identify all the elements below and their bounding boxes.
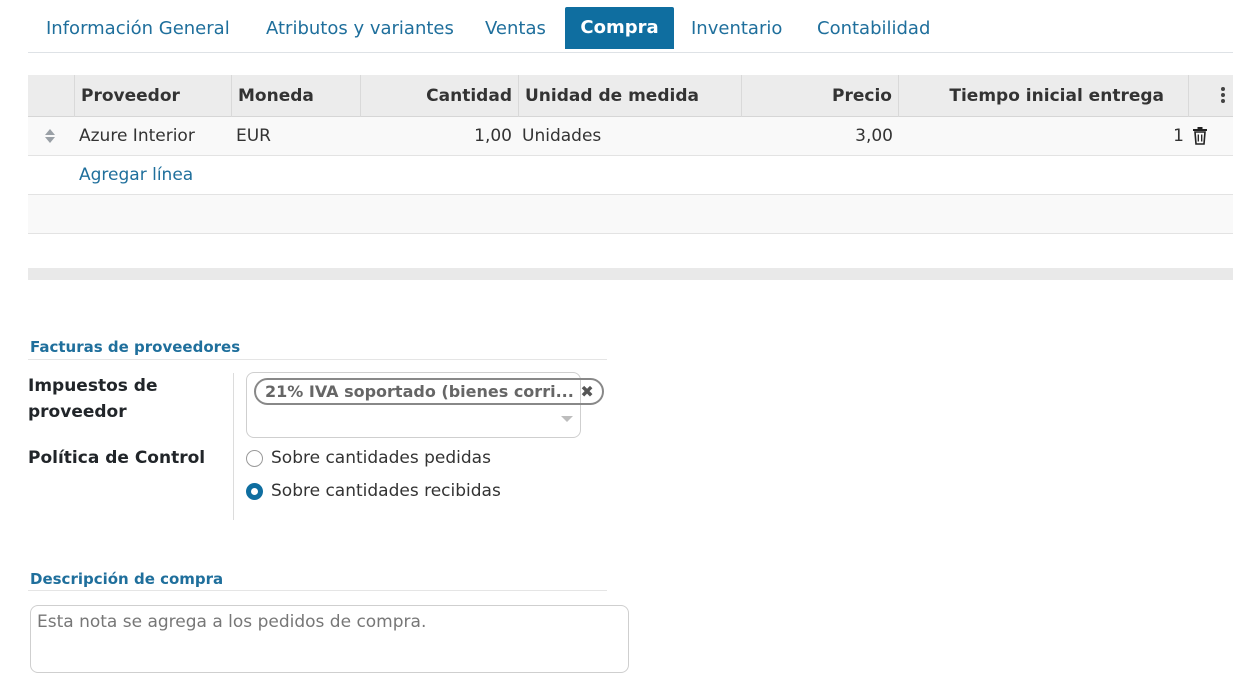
field-separator xyxy=(233,373,234,520)
header-cantidad[interactable]: Cantidad xyxy=(360,75,518,117)
section-title-facturas: Facturas de proveedores xyxy=(30,338,241,356)
optional-columns-toggle[interactable] xyxy=(1188,75,1233,117)
cell-tiempo-inicial-entrega[interactable]: 1 xyxy=(898,117,1186,155)
radio-checked-icon[interactable] xyxy=(246,483,263,500)
tab-ventas[interactable]: Ventas xyxy=(485,7,546,49)
header-moneda[interactable]: Moneda xyxy=(231,75,360,117)
section-title-descripcion: Descripción de compra xyxy=(30,570,224,588)
radio-label: Sobre cantidades recibidas xyxy=(271,481,501,501)
table-row[interactable]: Azure Interior EUR 1,00 Unidades 3,00 1 xyxy=(28,117,1233,156)
purchase-description-textarea[interactable] xyxy=(30,605,629,673)
cell-moneda[interactable]: EUR xyxy=(230,117,277,155)
empty-row xyxy=(28,195,1233,234)
tab-atributos-variantes[interactable]: Atributos y variantes xyxy=(266,7,454,49)
cell-precio[interactable]: 3,00 xyxy=(741,117,899,155)
trash-icon[interactable] xyxy=(1192,127,1208,145)
horizontal-scrollbar[interactable] xyxy=(28,268,1233,280)
add-line-row: Agregar línea xyxy=(28,156,1233,195)
radio-label: Sobre cantidades pedidas xyxy=(271,448,491,468)
remove-tag-icon[interactable]: ✖ xyxy=(580,380,593,404)
header-precio[interactable]: Precio xyxy=(741,75,898,117)
taxes-many2many-field[interactable]: 21% IVA soportado (bienes corri... ✖ xyxy=(246,372,604,438)
tab-inventario[interactable]: Inventario xyxy=(691,7,782,49)
cell-proveedor[interactable]: Azure Interior xyxy=(73,117,201,155)
label-politica-control: Política de Control xyxy=(28,448,206,468)
table-header: Proveedor Moneda Cantidad Unidad de medi… xyxy=(28,75,1233,117)
drag-handle-icon[interactable] xyxy=(44,127,56,145)
section-divider xyxy=(28,359,607,360)
tax-tag: 21% IVA soportado (bienes corri... ✖ xyxy=(254,378,604,405)
vendors-table: Proveedor Moneda Cantidad Unidad de medi… xyxy=(28,75,1233,234)
header-unidad-medida[interactable]: Unidad de medida xyxy=(518,75,741,117)
header-handle-col xyxy=(28,75,74,117)
cell-cantidad[interactable]: 1,00 xyxy=(360,117,518,155)
radio-unchecked-icon[interactable] xyxy=(246,450,263,467)
section-divider xyxy=(28,590,607,591)
chevron-down-icon[interactable] xyxy=(561,416,573,422)
tab-compra[interactable]: Compra xyxy=(565,7,674,49)
add-line-link[interactable]: Agregar línea xyxy=(79,156,193,194)
tax-tag-label: 21% IVA soportado (bienes corri... xyxy=(265,382,574,401)
tab-contabilidad[interactable]: Contabilidad xyxy=(817,7,930,49)
header-proveedor[interactable]: Proveedor xyxy=(74,75,231,117)
label-impuestos-proveedor: Impuestos de proveedor xyxy=(28,376,158,422)
cell-unidad-medida[interactable]: Unidades xyxy=(516,117,607,155)
notebook-tabs: Información General Atributos y variante… xyxy=(28,7,1233,53)
tab-informacion-general[interactable]: Información General xyxy=(46,7,230,49)
header-tiempo-inicial-entrega[interactable]: Tiempo inicial entrega xyxy=(898,75,1172,117)
kebab-icon xyxy=(1221,87,1225,103)
